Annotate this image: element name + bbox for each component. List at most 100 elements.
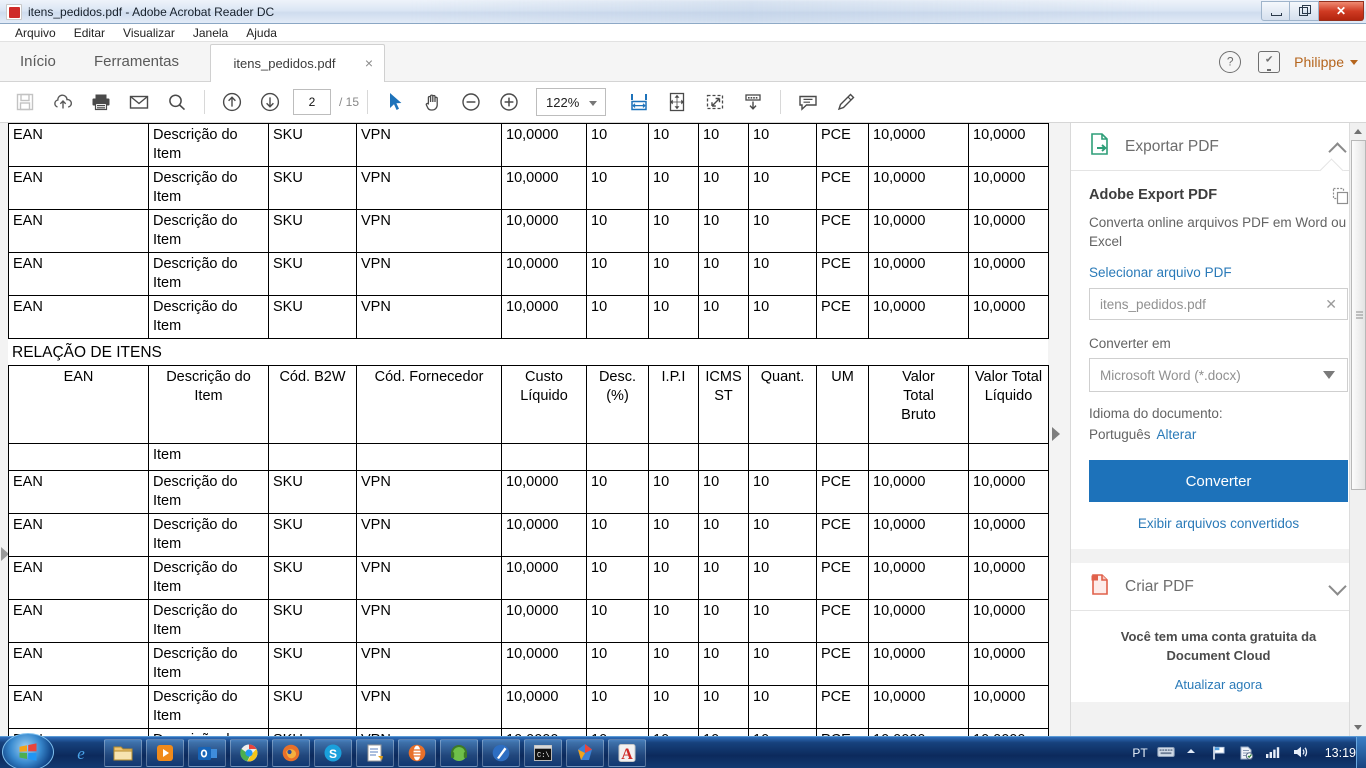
table-cell: 10,0000 <box>868 685 969 729</box>
table-cell: 10,0000 <box>968 642 1049 686</box>
table-cell: 10 <box>648 728 699 736</box>
view-converted-files-link[interactable]: Exibir arquivos convertidos <box>1089 516 1348 531</box>
table-row: EANDescrição doItemSKUVPN10,000010101010… <box>8 599 1049 643</box>
fit-page-icon[interactable] <box>658 83 696 121</box>
document-tab[interactable]: itens_pedidos.pdf × <box>210 44 385 82</box>
pdf-viewport[interactable]: EAN Descrição do Item SKU VPN 10,0000 10 10 10 10… <box>0 123 1070 736</box>
action-center-flag-icon[interactable] <box>1211 745 1229 761</box>
restore-button[interactable] <box>1290 1 1319 21</box>
table-cell: PCE <box>816 209 869 253</box>
zoom-in-icon[interactable] <box>490 83 528 121</box>
menu-item-janela[interactable]: Janela <box>184 24 237 42</box>
convert-button[interactable]: Converter <box>1089 460 1348 502</box>
security-shield-icon[interactable] <box>1238 745 1256 761</box>
table-cell: 10,0000 <box>968 123 1049 167</box>
table-cell: 10 <box>698 642 749 686</box>
taskbar-item-adobe-reader[interactable]: A <box>608 739 646 767</box>
table-cell: 10,0000 <box>868 513 969 557</box>
taskbar-item-file-explorer[interactable] <box>104 739 142 767</box>
clear-file-icon[interactable]: ✕ <box>1325 296 1337 313</box>
user-menu-button[interactable]: Philippe <box>1294 54 1358 70</box>
table-cell <box>356 443 502 471</box>
table-cell: 10 <box>586 642 649 686</box>
table-cell: VPN <box>356 513 502 557</box>
taskbar-item-internet-explorer[interactable]: e <box>62 739 100 767</box>
menu-item-ajuda[interactable]: Ajuda <box>237 24 286 42</box>
table-cell: 10 <box>648 556 699 600</box>
tab-ferramentas[interactable]: Ferramentas <box>78 42 195 82</box>
right-panel-collapse-arrow-icon[interactable] <box>1052 427 1062 441</box>
highlighter-pen-icon[interactable] <box>827 83 865 121</box>
right-panel-scrollbar-thumb[interactable] <box>1351 140 1366 490</box>
taskbar-item-opera[interactable] <box>398 739 436 767</box>
hand-icon[interactable] <box>414 83 452 121</box>
magnifier-icon[interactable] <box>158 83 196 121</box>
comment-bubble-icon[interactable] <box>789 83 827 121</box>
taskbar-item-pen-tool[interactable] <box>482 739 520 767</box>
table-cell: 10 <box>748 685 817 729</box>
help-circle-icon[interactable] <box>1219 51 1242 73</box>
panel-scroll-up-arrow-icon[interactable] <box>1350 123 1366 140</box>
right-panel-scrollbar[interactable] <box>1349 123 1366 736</box>
chevron-down-icon[interactable] <box>1331 581 1344 594</box>
select-pdf-file-link[interactable]: Selecionar arquivo PDF <box>1089 265 1348 280</box>
table-cell: 10 <box>648 685 699 729</box>
table-header-cell: Descrição do Item <box>148 365 269 444</box>
taskbar-item-notepad[interactable] <box>356 739 394 767</box>
tools-right-panel: Exportar PDF Adobe Export PDF Converta o… <box>1070 123 1366 736</box>
chevron-up-icon[interactable] <box>1331 141 1344 154</box>
taskbar-item-outlook[interactable] <box>188 739 226 767</box>
create-pdf-header[interactable]: Criar PDF <box>1071 563 1366 611</box>
upgrade-now-link[interactable]: Atualizar agora <box>1089 677 1348 692</box>
upload-cloud-icon[interactable] <box>44 83 82 121</box>
table-cell: 10 <box>748 728 817 736</box>
taskbar-item-skype[interactable]: S <box>314 739 352 767</box>
zoom-out-icon[interactable] <box>452 83 490 121</box>
show-desktop-button[interactable] <box>1356 737 1366 768</box>
convert-format-select[interactable]: Microsoft Word (*.docx) <box>1089 358 1348 392</box>
taskbar-item-chrome[interactable] <box>230 739 268 767</box>
taskbar-item-headset[interactable] <box>440 739 478 767</box>
selected-file-input[interactable]: itens_pedidos.pdf ✕ <box>1089 288 1348 320</box>
arrow-up-circle-icon[interactable] <box>213 83 251 121</box>
arrow-down-circle-icon[interactable] <box>251 83 289 121</box>
start-button[interactable] <box>2 733 54 768</box>
tray-clock[interactable]: 13:19 <box>1325 746 1356 760</box>
scroll-down-icon[interactable] <box>734 83 772 121</box>
menu-item-arquivo[interactable]: Arquivo <box>6 24 65 42</box>
save-disk-icon[interactable] <box>6 83 44 121</box>
table-cell: PCE <box>816 252 869 296</box>
taskbar-item-firefox[interactable] <box>272 739 310 767</box>
keyboard-icon[interactable] <box>1157 745 1175 761</box>
tab-inicio[interactable]: Início <box>4 42 72 82</box>
change-language-link[interactable]: Alterar <box>1157 427 1197 442</box>
table-cell: VPN <box>356 123 502 167</box>
panel-scroll-down-arrow-icon[interactable] <box>1350 719 1366 736</box>
menu-item-editar[interactable]: Editar <box>65 24 114 42</box>
table-cell <box>268 443 357 471</box>
minimize-button[interactable] <box>1261 1 1290 21</box>
taskbar-item-command-prompt[interactable]: C:\ <box>524 739 562 767</box>
tray-language-label[interactable]: PT <box>1132 746 1147 760</box>
printer-icon[interactable] <box>82 83 120 121</box>
fullscreen-icon[interactable] <box>696 83 734 121</box>
cursor-arrow-icon[interactable] <box>376 83 414 121</box>
export-pdf-header[interactable]: Exportar PDF <box>1071 123 1366 171</box>
document-language-value: Português <box>1089 427 1151 442</box>
show-hidden-icons-chevron-up-icon[interactable] <box>1184 745 1202 761</box>
table-cell: 10,0000 <box>868 209 969 253</box>
page-number-input[interactable]: 2 <box>293 89 331 115</box>
taskbar-item-colors-app[interactable] <box>566 739 604 767</box>
zoom-level-select[interactable]: 122% <box>536 88 607 116</box>
close-tab-icon[interactable]: × <box>362 56 376 70</box>
copy-document-icon[interactable] <box>1332 187 1350 205</box>
close-button[interactable]: ✕ <box>1319 1 1364 21</box>
network-signal-icon[interactable] <box>1265 745 1283 761</box>
fit-width-icon[interactable] <box>620 83 658 121</box>
speaker-icon[interactable] <box>1292 745 1310 761</box>
mobile-check-icon[interactable] <box>1258 51 1281 73</box>
table-cell: SKU <box>268 599 357 643</box>
taskbar-item-media-player[interactable] <box>146 739 184 767</box>
menu-item-visualizar[interactable]: Visualizar <box>114 24 184 42</box>
envelope-icon[interactable] <box>120 83 158 121</box>
